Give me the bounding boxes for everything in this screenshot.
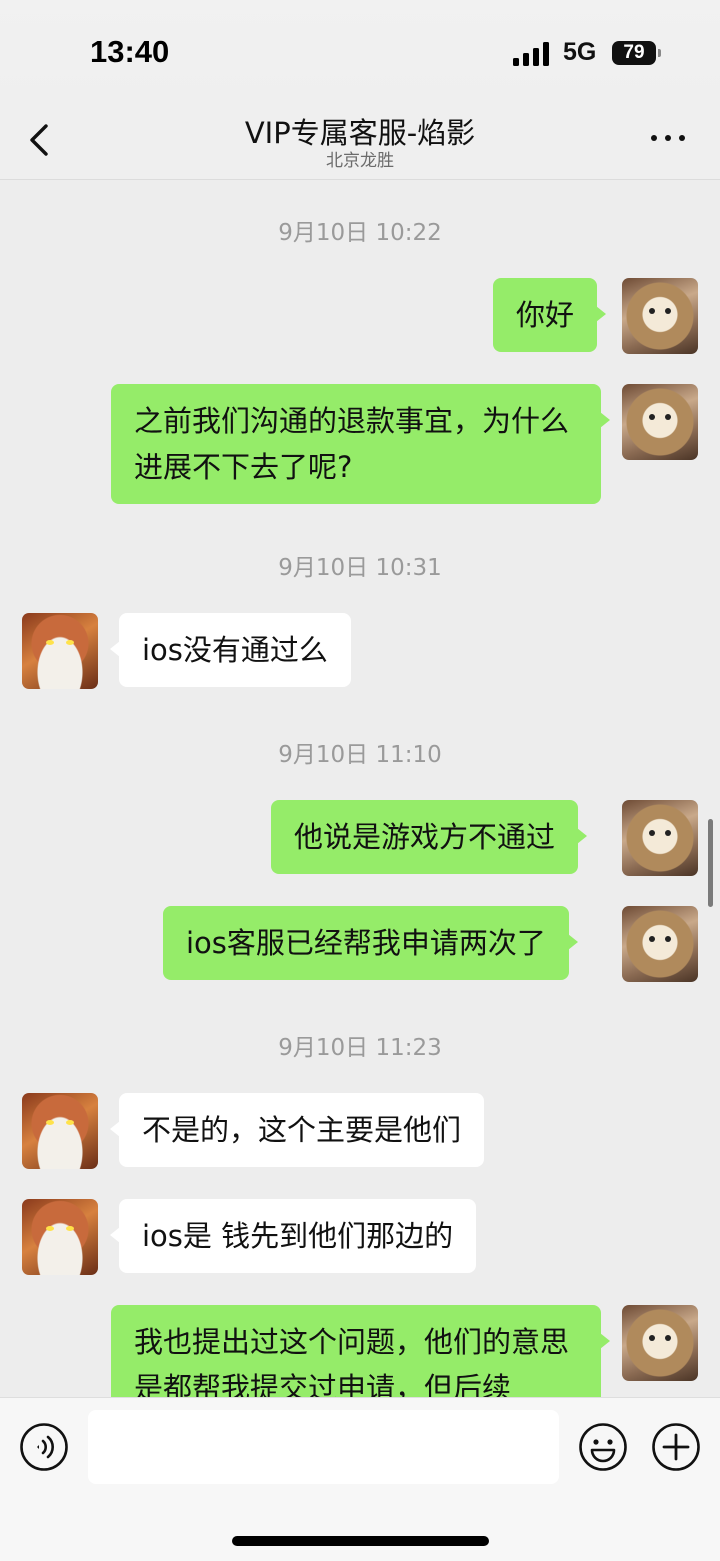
received-message-bubble[interactable]: ios是 钱先到他们那边的 bbox=[109, 1199, 477, 1273]
plus-icon[interactable] bbox=[651, 1422, 701, 1472]
message-list[interactable]: 9月10日 10:22 你好 之前我们沟通的退款事宜，为什么进展不下去了呢? 9… bbox=[0, 181, 720, 1397]
battery-icon: 79 bbox=[612, 41, 661, 65]
chat-header: VIP专属客服-焰影 北京龙胜 bbox=[0, 100, 720, 180]
message-timestamp: 9月10日 10:31 bbox=[278, 555, 442, 581]
my-avatar[interactable] bbox=[622, 906, 698, 982]
service-avatar[interactable] bbox=[22, 1199, 98, 1275]
chat-subtitle: 北京龙胜 bbox=[326, 151, 394, 171]
sent-message-bubble[interactable]: ios客服已经帮我申请两次了 bbox=[163, 906, 578, 980]
voice-icon[interactable] bbox=[19, 1422, 69, 1472]
service-avatar[interactable] bbox=[22, 613, 98, 689]
my-avatar[interactable] bbox=[622, 278, 698, 354]
sent-message-bubble[interactable]: 你好 bbox=[493, 278, 607, 352]
status-bar: 13:40 5G 79 bbox=[0, 0, 720, 100]
emoji-icon[interactable] bbox=[578, 1422, 628, 1472]
sent-message-bubble[interactable]: 我也提出过这个问题，他们的意思是都帮我提交过申请，但后续 bbox=[111, 1305, 610, 1397]
service-avatar[interactable] bbox=[22, 1093, 98, 1169]
my-avatar[interactable] bbox=[622, 1305, 698, 1381]
sent-message-bubble[interactable]: 他说是游戏方不通过 bbox=[271, 800, 588, 874]
message-timestamp: 9月10日 11:23 bbox=[278, 1035, 442, 1061]
message-timestamp: 9月10日 11:10 bbox=[278, 742, 442, 768]
message-input[interactable] bbox=[88, 1410, 559, 1484]
network-type: 5G bbox=[563, 38, 597, 66]
status-time: 13:40 bbox=[90, 34, 170, 69]
more-dots-icon[interactable] bbox=[648, 128, 688, 148]
received-message-bubble[interactable]: ios没有通过么 bbox=[110, 613, 351, 687]
home-indicator[interactable] bbox=[232, 1536, 489, 1546]
signal-icon bbox=[513, 42, 549, 66]
received-message-bubble[interactable]: 不是的，这个主要是他们 bbox=[109, 1093, 485, 1167]
my-avatar[interactable] bbox=[622, 384, 698, 460]
scrollbar[interactable] bbox=[708, 819, 713, 907]
message-timestamp: 9月10日 10:22 bbox=[278, 220, 442, 246]
sent-message-bubble[interactable]: 之前我们沟通的退款事宜，为什么进展不下去了呢? bbox=[111, 384, 610, 504]
my-avatar[interactable] bbox=[622, 800, 698, 876]
